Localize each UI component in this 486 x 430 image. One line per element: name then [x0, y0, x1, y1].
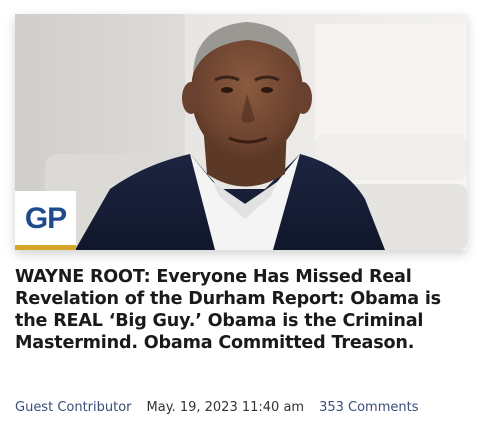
gp-logo: GP [15, 191, 76, 250]
article-photo [15, 14, 467, 250]
article-meta: Guest Contributor May. 19, 2023 11:40 am 3… [15, 400, 475, 416]
article-headline[interactable]: WAYNE ROOT: Everyone Has Missed Real Rev… [15, 266, 473, 354]
author-link[interactable]: Guest Contributor [15, 400, 132, 415]
gp-logo-text: GP [24, 202, 67, 235]
article-card: GP WAYNE ROOT: Everyone Has Missed Real … [0, 0, 486, 430]
comments-link[interactable]: 353 Comments [319, 400, 418, 415]
article-thumbnail[interactable]: GP [15, 14, 467, 250]
publish-date: May. 19, 2023 11:40 am [146, 400, 305, 415]
